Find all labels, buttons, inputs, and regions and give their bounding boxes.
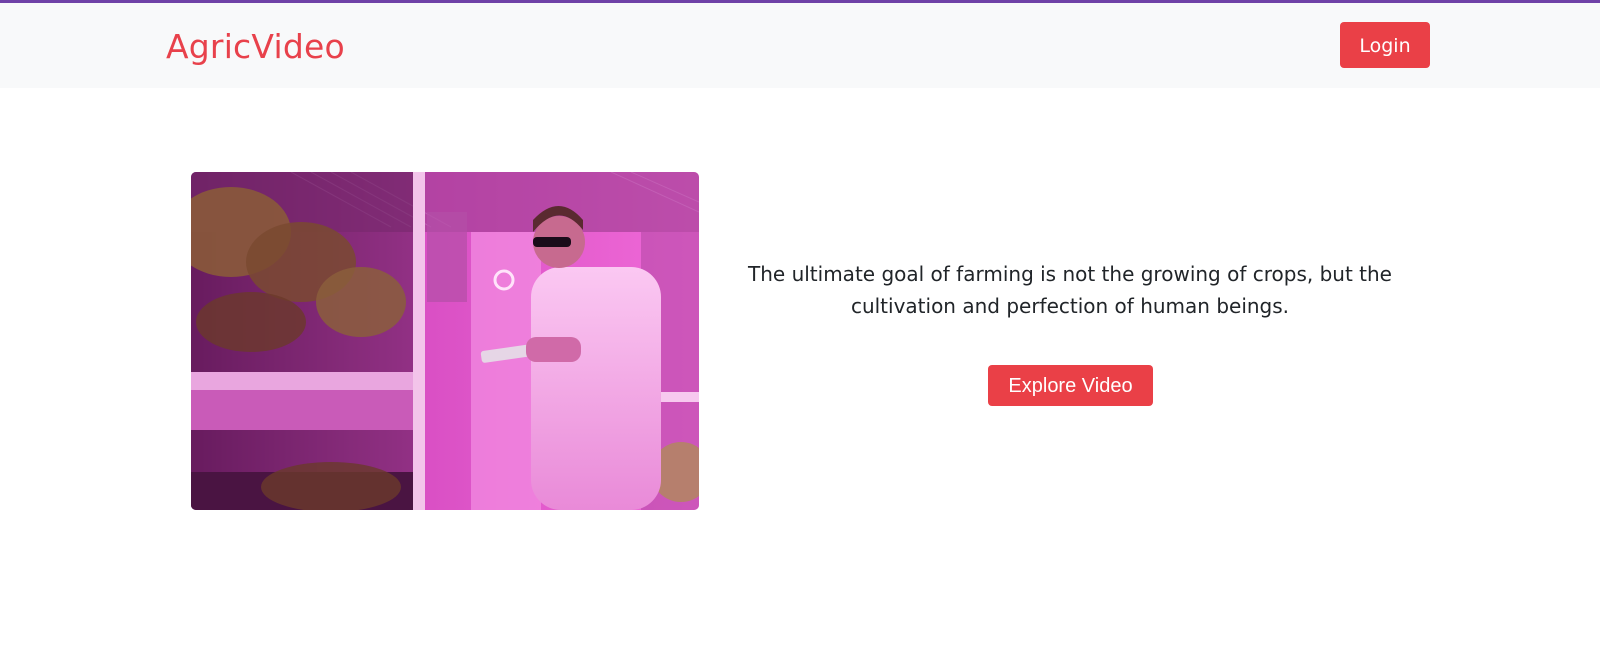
hero-image <box>191 172 699 510</box>
login-button[interactable]: Login <box>1340 22 1430 68</box>
navbar: AgricVideo Login <box>0 3 1600 88</box>
farmer-photo-icon <box>191 172 699 510</box>
explore-video-button[interactable]: Explore Video <box>988 365 1153 406</box>
brand-logo[interactable]: AgricVideo <box>166 27 345 67</box>
hero-quote: The ultimate goal of farming is not the … <box>748 262 1392 318</box>
